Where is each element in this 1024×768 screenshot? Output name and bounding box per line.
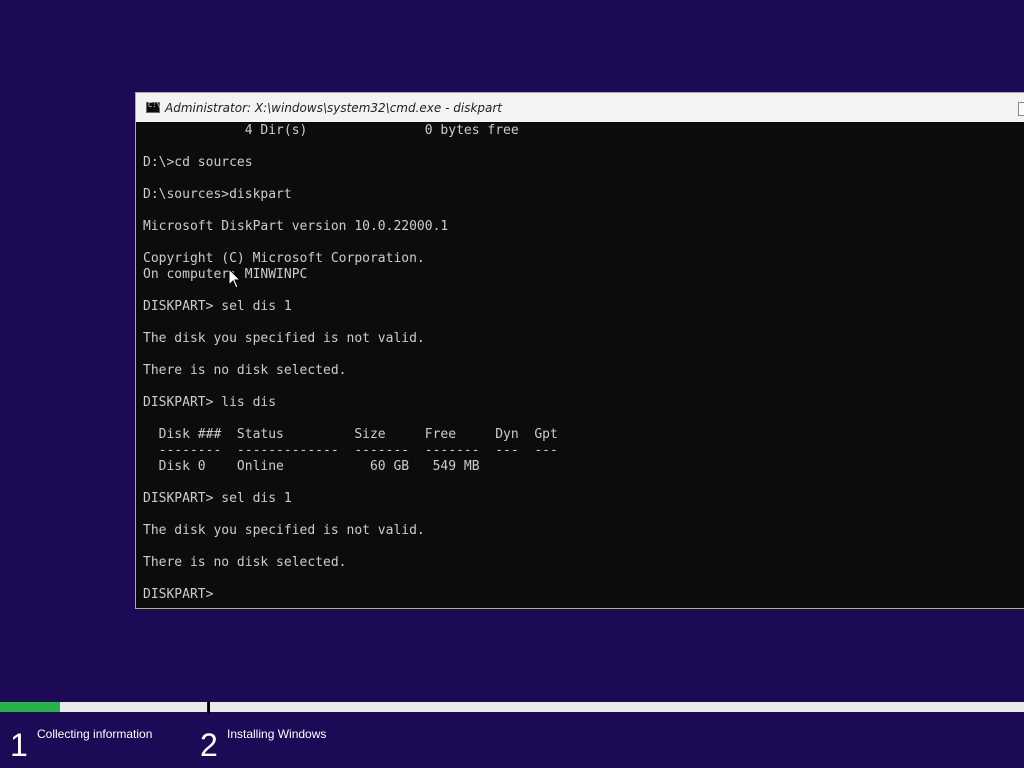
console-line: Disk ### Status Size Free Dyn Gpt xyxy=(143,427,558,442)
cmd-window[interactable]: C:\ Administrator: X:\windows\system32\c… xyxy=(135,92,1024,609)
console-line: -------- ------------- ------- ------- -… xyxy=(143,443,558,458)
console-line: DISKPART> xyxy=(143,587,222,602)
progress-divider xyxy=(208,701,210,713)
step-number-1: 1 xyxy=(10,727,28,763)
console-line: Microsoft DiskPart version 10.0.22000.1 xyxy=(143,219,449,234)
step-number-2: 2 xyxy=(200,727,218,763)
progress-fill xyxy=(0,702,61,712)
console-line: Copyright (C) Microsoft Corporation. xyxy=(143,251,425,266)
console-line: DISKPART> sel dis 1 xyxy=(143,299,292,314)
console-line: D:\>cd sources xyxy=(143,155,253,170)
step-label-installing: Installing Windows xyxy=(227,727,327,741)
window-control-button[interactable] xyxy=(1018,102,1024,116)
mouse-cursor-icon xyxy=(228,268,242,289)
console-line: DISKPART> lis dis xyxy=(143,395,277,410)
console-line: On computer: MINWINPC xyxy=(143,267,308,282)
window-titlebar[interactable]: C:\ Administrator: X:\windows\system32\c… xyxy=(136,93,1024,122)
cmd-icon: C:\ xyxy=(146,101,161,113)
console-line: 4 Dir(s) 0 bytes free xyxy=(143,123,519,138)
window-title: Administrator: X:\windows\system32\cmd.e… xyxy=(165,100,503,115)
console-line: D:\sources>diskpart xyxy=(143,187,292,202)
console-line: There is no disk selected. xyxy=(143,555,347,570)
progress-segment-collecting xyxy=(0,702,207,712)
console-line: Disk 0 Online 60 GB 549 MB xyxy=(143,459,480,474)
cmd-icon-glyph: C:\ xyxy=(148,101,161,109)
step-label-collecting: Collecting information xyxy=(37,727,153,741)
console-line: DISKPART> sel dis 1 xyxy=(143,491,292,506)
setup-progress-bar xyxy=(0,702,1024,712)
console-line: The disk you specified is not valid. xyxy=(143,331,425,346)
console-output[interactable]: 4 Dir(s) 0 bytes free D:\>cd sources D:\… xyxy=(143,123,1024,608)
console-line: The disk you specified is not valid. xyxy=(143,523,425,538)
progress-segment-installing xyxy=(210,702,1024,712)
console-line: There is no disk selected. xyxy=(143,363,347,378)
